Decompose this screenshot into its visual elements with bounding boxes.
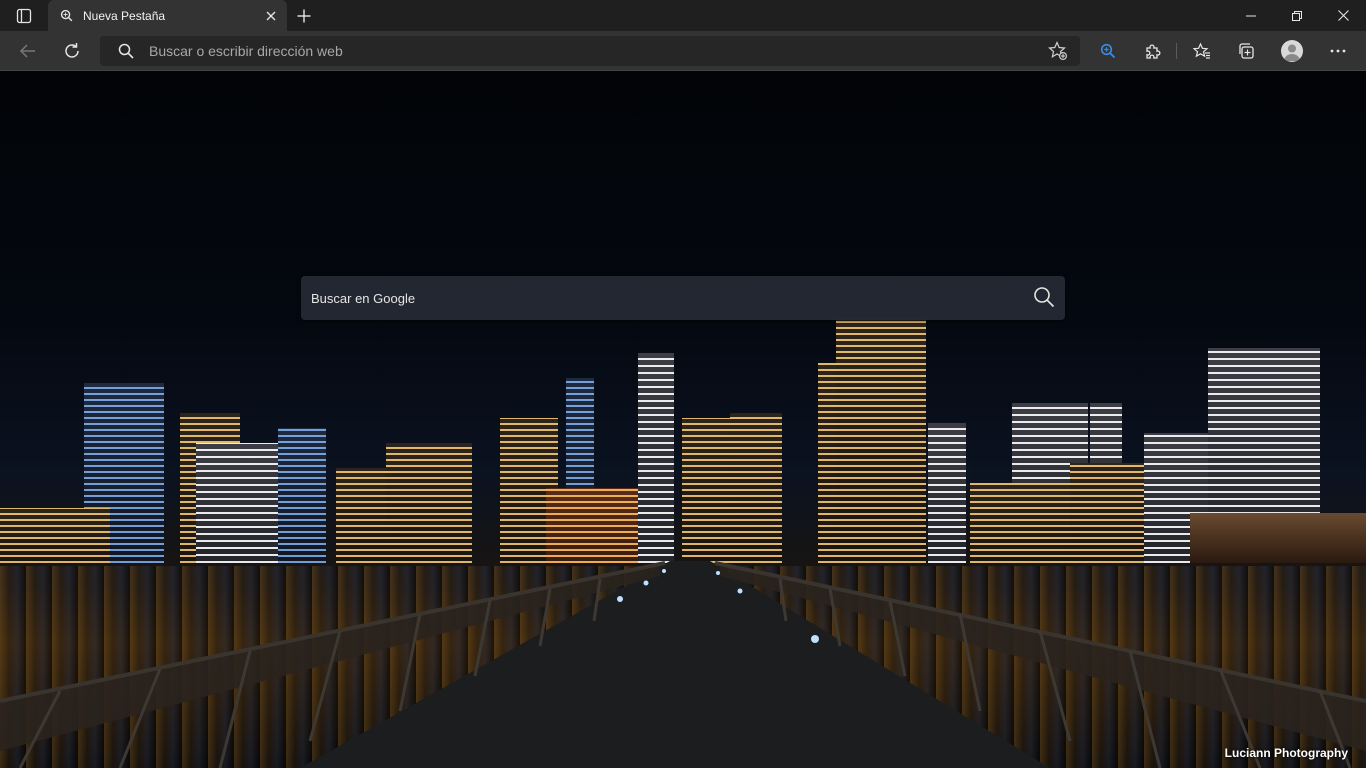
refresh-icon <box>65 43 79 58</box>
favorites-icon <box>1193 42 1210 59</box>
zoom-icon <box>1100 43 1116 59</box>
favorite-add-icon <box>1048 41 1068 61</box>
photo-credit[interactable]: Luciann Photography <box>1225 746 1348 760</box>
background-photo <box>0 71 1366 768</box>
close-icon <box>1337 10 1349 21</box>
plus-icon <box>297 9 311 23</box>
new-tab-button[interactable] <box>292 4 316 28</box>
address-placeholder: Buscar o escribir dirección web <box>149 43 343 59</box>
more-icon <box>1330 49 1346 53</box>
extensions-button[interactable] <box>1137 35 1169 67</box>
back-icon <box>19 44 35 58</box>
search-placeholder: Buscar en Google <box>311 291 416 306</box>
close-window-button[interactable] <box>1320 0 1366 31</box>
tab-title: Nueva Pestaña <box>83 8 166 23</box>
search-icon <box>118 43 134 59</box>
minimize-button[interactable] <box>1228 0 1274 31</box>
extensions-icon <box>1146 44 1161 59</box>
collections-icon <box>1239 43 1254 59</box>
more-button[interactable] <box>1322 35 1354 67</box>
address-bar[interactable]: Buscar o escribir dirección web <box>100 36 1080 66</box>
google-search-box[interactable]: Buscar en Google <box>301 276 1065 320</box>
search-icon[interactable] <box>1033 286 1055 308</box>
tab-actions-icon <box>16 8 32 23</box>
back-button[interactable] <box>12 35 44 67</box>
toolbar: Buscar o escribir dirección web <box>0 31 1366 71</box>
search-icon <box>60 9 73 22</box>
restore-icon <box>1292 10 1302 21</box>
tab-nueva-pestana[interactable]: Nueva Pestaña <box>48 0 287 31</box>
collections-button[interactable] <box>1230 35 1262 67</box>
title-bar: Nueva Pestaña <box>0 0 1366 31</box>
tab-actions-button[interactable] <box>0 0 48 31</box>
zoom-button[interactable] <box>1092 35 1124 67</box>
toolbar-divider <box>1176 43 1177 59</box>
new-tab-page: Buscar en Google Luciann Photography <box>0 71 1366 768</box>
profile-icon <box>1284 44 1300 61</box>
refresh-button[interactable] <box>56 35 88 67</box>
tab-close-button[interactable] <box>263 8 279 24</box>
close-icon <box>266 11 276 21</box>
restore-button[interactable] <box>1274 0 1320 31</box>
minimize-icon <box>1246 15 1256 16</box>
profile-button[interactable] <box>1281 40 1303 62</box>
pier-walkway <box>0 561 1366 768</box>
favorites-button[interactable] <box>1186 35 1218 67</box>
add-favorite-button[interactable] <box>1048 41 1070 61</box>
